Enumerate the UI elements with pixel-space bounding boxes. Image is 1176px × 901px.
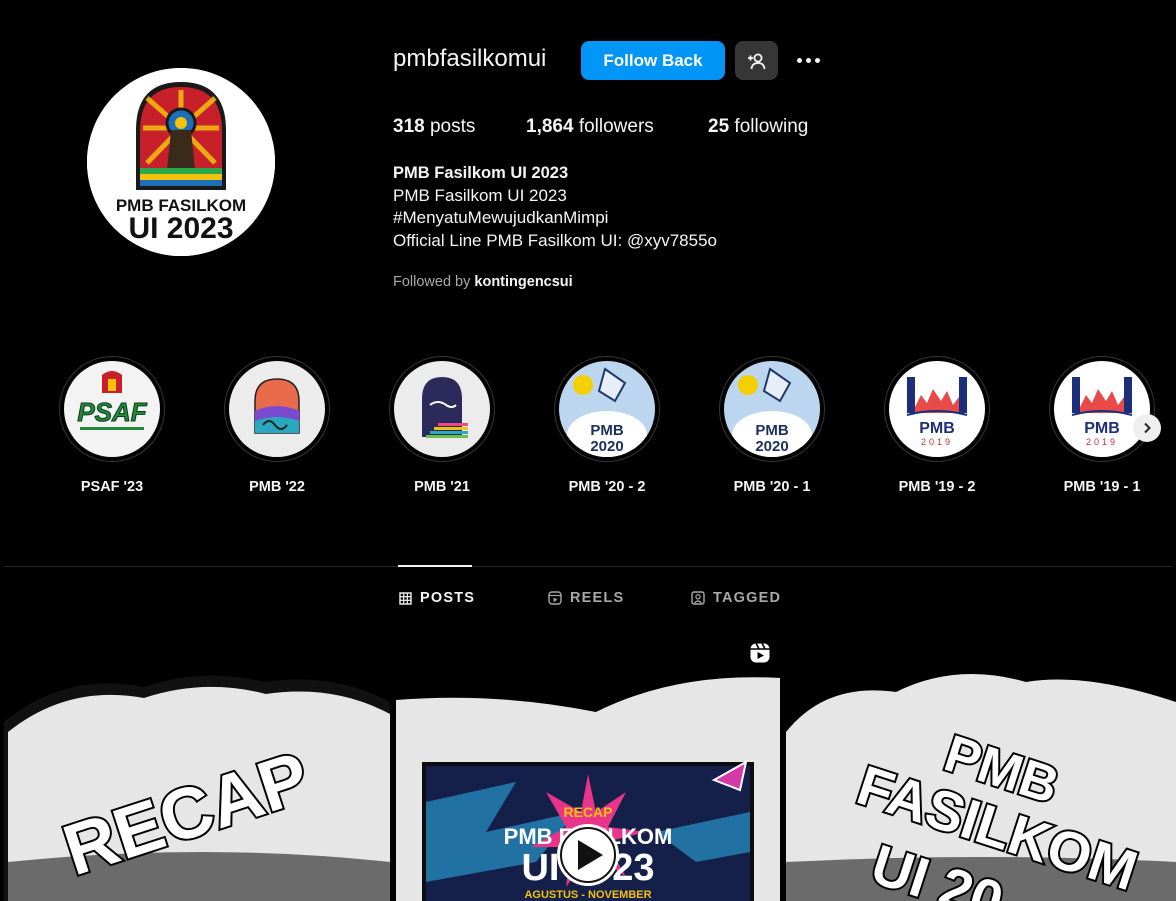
- tabs-divider: [4, 566, 1172, 567]
- tagged-person-icon: [691, 591, 705, 605]
- highlight-cover: PMB 2019: [889, 361, 985, 457]
- highlight-item[interactable]: PMB 2019 PMB '19 - 2: [884, 356, 990, 495]
- followers-stat-link[interactable]: 1,864 followers: [526, 116, 654, 138]
- svg-text:PMB: PMB: [755, 422, 789, 439]
- svg-text:2019: 2019: [1086, 437, 1118, 447]
- followed-by-link[interactable]: Followed by kontingencsui: [393, 274, 573, 290]
- tab-tagged[interactable]: TAGGED: [691, 590, 781, 606]
- bio-line: PMB Fasilkom UI 2023: [393, 186, 567, 205]
- svg-text:2019: 2019: [921, 437, 953, 447]
- post-image: PMB FASILKOM UI 20: [786, 662, 1176, 901]
- highlight-label: PMB '19 - 2: [898, 479, 976, 495]
- reel-indicator-icon: [748, 641, 772, 670]
- post-image: RECAP PMB FASILKOM UI 2023 AGUSTUS - NOV…: [396, 662, 780, 901]
- more-options-button[interactable]: [792, 46, 824, 74]
- tab-reels[interactable]: REELS: [548, 590, 624, 606]
- profile-username: pmbfasilkomui: [393, 45, 547, 72]
- suggested-users-button[interactable]: [735, 41, 778, 80]
- highlight-item[interactable]: PMB '21: [389, 356, 495, 495]
- highlight-label: PMB '20 - 1: [733, 479, 811, 495]
- svg-text:RECAP: RECAP: [563, 804, 612, 820]
- svg-text:AGUSTUS - NOVEMBER: AGUSTUS - NOVEMBER: [524, 889, 651, 901]
- post-image: RECAP: [4, 662, 390, 901]
- dot-icon: [814, 57, 820, 63]
- highlight-cover: PMB 2020: [559, 361, 655, 457]
- svg-text:PMB: PMB: [1084, 420, 1120, 437]
- highlight-cover: PMB 2019: [1054, 361, 1150, 457]
- highlight-cover: [229, 361, 325, 457]
- highlight-cover: PMB 2020: [724, 361, 820, 457]
- bio-hashtag-link[interactable]: #MenyatuMewujudkanMimpi: [393, 208, 608, 228]
- profile-avatar[interactable]: PMB FASILKOM UI 2023: [87, 68, 275, 256]
- highlight-label: PMB '19 - 1: [1063, 479, 1141, 495]
- highlight-item[interactable]: PMB 2020 PMB '20 - 2: [554, 356, 660, 495]
- follow-back-button[interactable]: Follow Back: [581, 41, 725, 80]
- post-thumbnail[interactable]: RECAP PMB FASILKOM UI 2023 AGUSTUS - NOV…: [396, 662, 780, 901]
- posts-count-stat: 318 posts: [393, 116, 476, 137]
- highlight-cover: PSAF: [64, 361, 160, 457]
- highlights-next-button[interactable]: [1133, 414, 1161, 442]
- reels-icon: [548, 591, 562, 605]
- highlight-item[interactable]: PMB '22: [224, 356, 330, 495]
- svg-text:PMB: PMB: [590, 422, 624, 439]
- highlight-item[interactable]: PSAF PSAF '23: [59, 356, 165, 495]
- svg-text:2020: 2020: [755, 438, 788, 455]
- svg-text:2020: 2020: [590, 438, 623, 455]
- highlight-label: PMB '20 - 2: [568, 479, 646, 495]
- dot-icon: [805, 57, 811, 63]
- highlight-label: PMB '22: [249, 479, 305, 495]
- bio-line: Official Line PMB Fasilkom UI: @xyv7855o: [393, 231, 718, 250]
- highlight-label: PSAF '23: [80, 479, 144, 495]
- highlight-cover: [394, 361, 490, 457]
- add-person-icon: [747, 53, 765, 69]
- svg-text:PMB: PMB: [919, 420, 955, 437]
- active-tab-indicator: [398, 565, 472, 567]
- dot-icon: [796, 57, 802, 63]
- svg-text:UI 2023: UI 2023: [128, 212, 233, 245]
- pmb-logo-icon: PMB FASILKOM UI 2023: [87, 68, 275, 256]
- highlight-label: PMB '21: [414, 479, 470, 495]
- bio-full-name: PMB Fasilkom UI 2023: [393, 164, 569, 182]
- tab-posts[interactable]: POSTS: [399, 590, 475, 606]
- chevron-right-icon: [1144, 422, 1151, 434]
- following-stat-link[interactable]: 25 following: [708, 116, 808, 138]
- grid-icon: [399, 591, 412, 605]
- highlight-item[interactable]: PMB 2019 PMB '19 - 1: [1049, 356, 1155, 495]
- post-thumbnail[interactable]: PMB FASILKOM UI 20: [786, 662, 1176, 901]
- svg-text:PSAF: PSAF: [77, 397, 147, 427]
- highlight-item[interactable]: PMB 2020 PMB '20 - 1: [719, 356, 825, 495]
- post-thumbnail[interactable]: RECAP: [4, 662, 390, 901]
